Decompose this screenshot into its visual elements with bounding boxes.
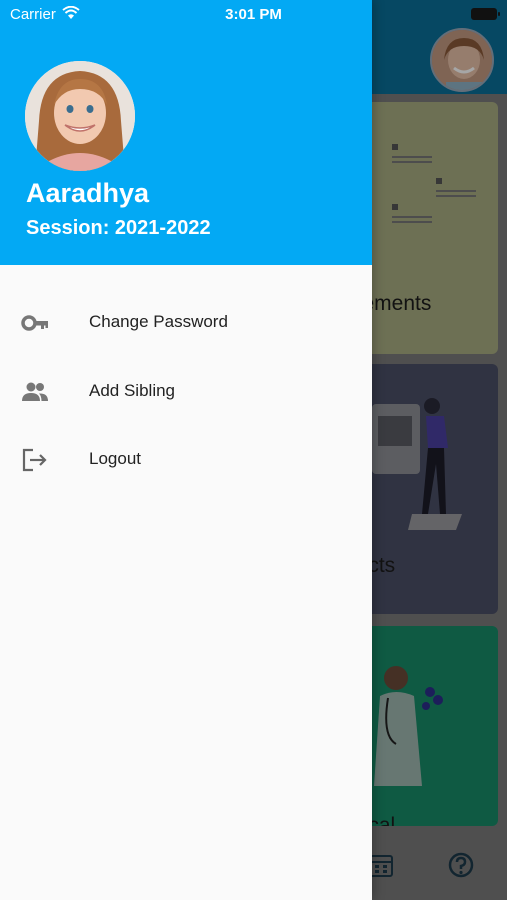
menu-item-logout[interactable]: Logout xyxy=(0,430,372,490)
profile-session: Session: 2021-2022 xyxy=(26,217,211,239)
battery-icon xyxy=(471,8,500,20)
menu-item-label: Change Password xyxy=(89,312,228,331)
key-icon xyxy=(21,315,48,331)
menu-item-label: Add Sibling xyxy=(89,381,176,400)
menu-item-change-password[interactable]: Change Password xyxy=(0,293,372,353)
clock: 3:01 PM xyxy=(225,6,282,23)
profile-name: Aaradhya xyxy=(26,178,150,208)
navigation-drawer: Aaradhya Session: 2021-2022 Change Passw… xyxy=(0,0,372,900)
drawer-header: Aaradhya Session: 2021-2022 xyxy=(0,0,372,265)
menu-item-add-sibling[interactable]: Add Sibling xyxy=(0,362,372,422)
people-icon xyxy=(22,382,48,401)
profile-avatar[interactable] xyxy=(25,61,135,171)
logout-icon xyxy=(22,448,47,472)
menu-item-label: Logout xyxy=(89,449,141,468)
status-bar: Carrier 3:01 PM xyxy=(0,0,507,30)
